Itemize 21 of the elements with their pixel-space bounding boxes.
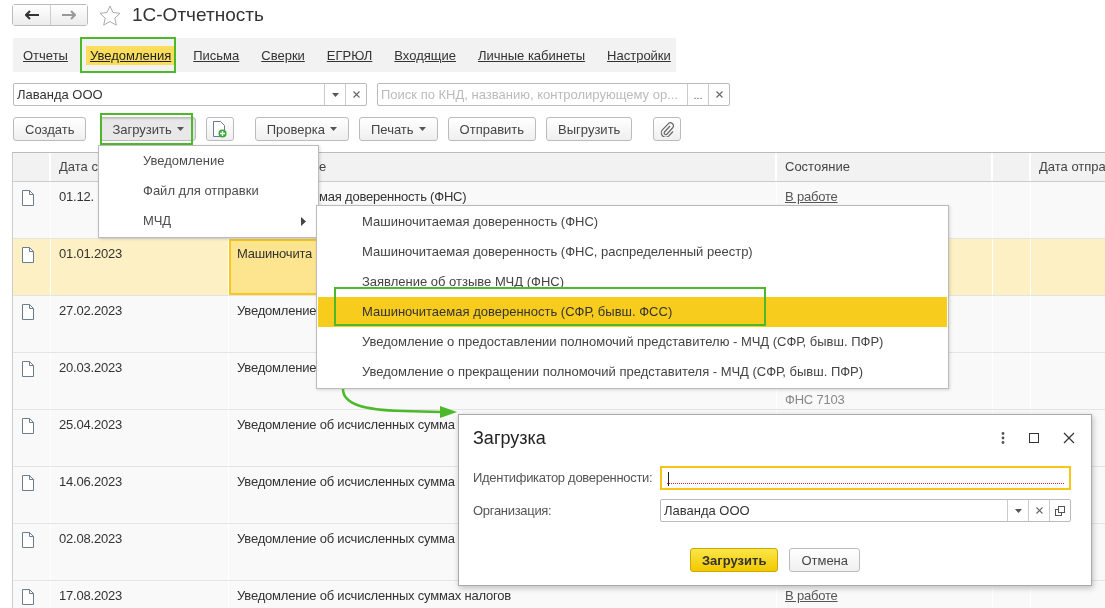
table-cell: 27.02.2023	[59, 303, 123, 318]
table-cell: Машиночита	[237, 246, 313, 261]
table-cell: 25.04.2023	[59, 417, 123, 432]
table-cell: Уведомление	[237, 360, 317, 375]
table-cell: 01.01.2023	[59, 246, 123, 261]
table-cell: мая доверенность (ФНС)	[319, 189, 467, 204]
window-title: 1С-Отчетность	[132, 4, 264, 26]
field-label: Организация:	[473, 503, 553, 518]
table-cell: 14.06.2023	[59, 474, 123, 489]
table-cell: 01.12.	[59, 189, 94, 204]
table-cell: Уведомление	[237, 303, 317, 318]
table-cell: Уведомление об исчисленных сумма	[237, 531, 455, 546]
table-cell: ФНС 7103	[785, 393, 845, 406]
table-cell: Уведомление об исчисленных сумма	[237, 417, 455, 432]
table-cell: Уведомление об исчисленных сумма	[237, 474, 455, 489]
dialog-title: Загрузка	[473, 427, 546, 449]
table-cell: Уведомление об исчисленных суммах налогов	[237, 588, 511, 603]
table-cell: 20.03.2023	[59, 360, 123, 375]
field-label: Идентификатор доверенности:	[473, 470, 654, 485]
table-cell: 02.08.2023	[59, 531, 123, 546]
table-cell: 17.08.2023	[59, 588, 123, 603]
